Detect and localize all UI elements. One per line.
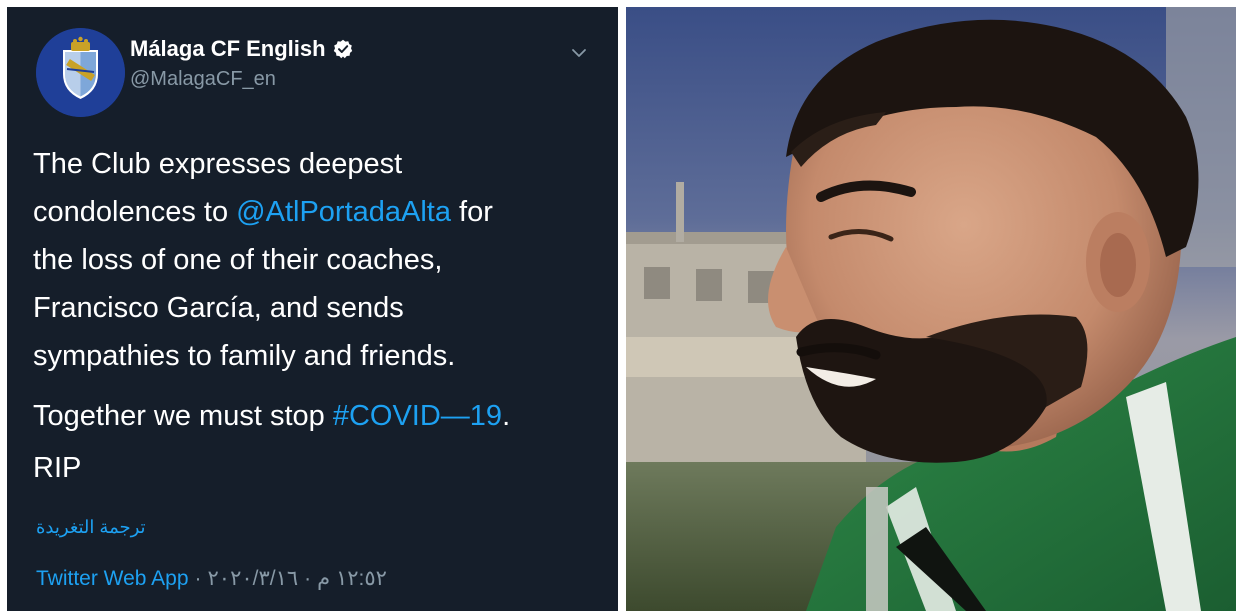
tweet-line: the loss of one of their coaches, bbox=[33, 244, 443, 276]
translate-tweet-link[interactable]: ترجمة التغريدة bbox=[36, 517, 146, 538]
tweet-body: The Club expresses deepest condolences t… bbox=[33, 140, 608, 492]
avatar[interactable] bbox=[36, 28, 125, 117]
tweet-line: condolences to @AtlPortadaAlta for bbox=[33, 188, 608, 236]
tweet-card: Málaga CF English @MalagaCF_en The Club … bbox=[7, 7, 618, 611]
portrait-illustration bbox=[626, 7, 1236, 611]
source-link[interactable]: Twitter Web App bbox=[36, 567, 189, 591]
tweet-line-rip: RIP bbox=[33, 452, 82, 484]
tweet-line: Together we must stop #COVID—19. bbox=[33, 392, 608, 440]
tweet-line: sympathies to family and friends. bbox=[33, 340, 456, 372]
meta-separator: · bbox=[304, 566, 312, 590]
tweet-line-text: condolences to bbox=[33, 196, 237, 228]
tweet-meta: Twitter Web App · ٢٠٢٠/٣/١٦ · ١٢:٥٢ م bbox=[36, 566, 387, 591]
hashtag-link[interactable]: #COVID—19 bbox=[333, 400, 502, 432]
tweet-line: Francisco García, and sends bbox=[33, 292, 404, 324]
meta-separator: · bbox=[194, 566, 202, 590]
verified-badge-icon bbox=[333, 39, 353, 59]
malaga-crest-icon bbox=[36, 28, 125, 117]
mention-link[interactable]: @AtlPortadaAlta bbox=[236, 196, 451, 228]
tweet-line-text: . bbox=[502, 400, 511, 432]
portrait-photo bbox=[626, 7, 1236, 611]
tweet-line-text: Together we must stop bbox=[33, 400, 333, 432]
author-handle[interactable]: @MalagaCF_en bbox=[130, 68, 276, 91]
screenshot-canvas: Málaga CF English @MalagaCF_en The Club … bbox=[0, 0, 1236, 611]
tweet-time[interactable]: ١٢:٥٢ م bbox=[317, 566, 387, 591]
tweet-line-text: for bbox=[450, 196, 493, 228]
author-name[interactable]: Málaga CF English bbox=[130, 36, 353, 62]
author-name-text: Málaga CF English bbox=[130, 36, 326, 61]
chevron-down-icon[interactable] bbox=[568, 42, 590, 64]
tweet-date[interactable]: ٢٠٢٠/٣/١٦ bbox=[208, 566, 299, 591]
tweet-line: The Club expresses deepest bbox=[33, 148, 403, 180]
